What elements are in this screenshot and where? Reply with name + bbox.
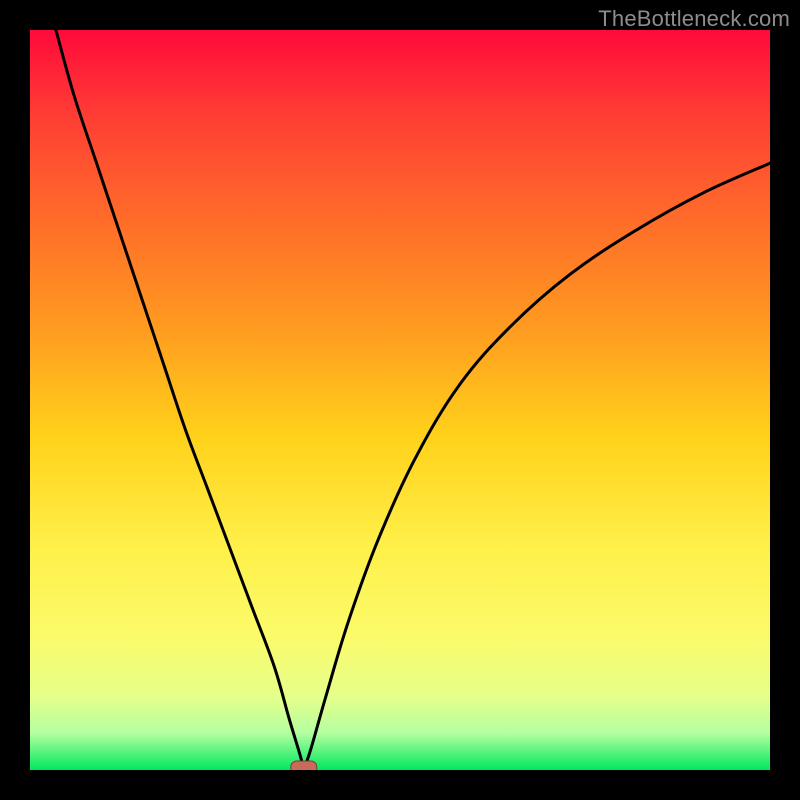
min-marker bbox=[291, 761, 317, 770]
watermark-text: TheBottleneck.com bbox=[598, 6, 790, 32]
curve-svg bbox=[30, 30, 770, 770]
chart-frame: TheBottleneck.com bbox=[0, 0, 800, 800]
curve-right-branch bbox=[304, 163, 770, 770]
curve-left-branch bbox=[56, 30, 304, 770]
plot-area bbox=[30, 30, 770, 770]
